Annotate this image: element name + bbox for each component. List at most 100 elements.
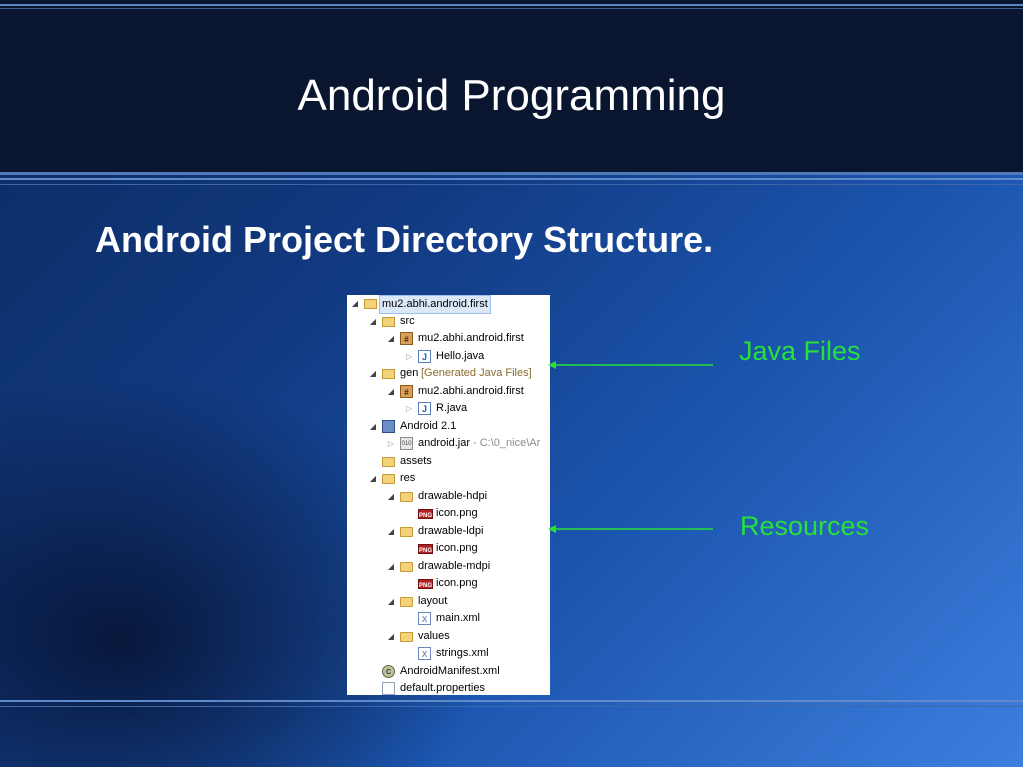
tree-row-label: layout — [418, 594, 448, 607]
tree-row-label: mu2.abhi.android.first — [379, 295, 491, 314]
tree-row-label: drawable-hdpi — [418, 489, 488, 502]
collapse-arrow-icon[interactable]: ◢ — [386, 523, 396, 540]
folder-icon — [400, 561, 413, 572]
collapse-arrow-icon[interactable]: ◢ — [350, 295, 360, 312]
tree-row-label: main.xml — [436, 612, 481, 624]
package-icon: # — [400, 332, 413, 345]
package-icon: # — [400, 384, 413, 398]
slide: Android Programming Android Project Dire… — [0, 0, 1023, 767]
divider — [0, 172, 1023, 175]
android-project-icon — [364, 299, 377, 309]
tree-row[interactable]: ◢ # mu2.abhi.android.first — [347, 383, 550, 401]
tree-row[interactable]: ◢ # mu2.abhi.android.first — [347, 330, 550, 348]
collapse-arrow-icon[interactable]: ◢ — [386, 330, 396, 347]
tree-row-label: icon.png — [436, 507, 478, 519]
collapse-arrow-icon[interactable]: ◢ — [386, 488, 396, 505]
folder-icon — [382, 474, 395, 484]
folder-icon — [382, 456, 395, 467]
java-files-label: Java Files — [739, 336, 861, 366]
collapse-arrow-icon[interactable]: ◢ — [368, 470, 378, 487]
folder-icon — [400, 596, 413, 607]
tree-row[interactable]: ◢ drawable-ldpi — [347, 523, 550, 541]
tree-row[interactable]: Xmain.xml — [347, 610, 550, 628]
tree-row[interactable]: ◢ Android 2.1 — [347, 418, 550, 436]
png-file-icon: PNG — [418, 579, 433, 589]
tree-row-hint: [Generated Java Files] — [421, 367, 532, 379]
java-files-arrow — [548, 361, 713, 369]
tree-row[interactable]: ◢ drawable-hdpi — [347, 488, 550, 506]
tree-row[interactable]: PNG icon.png — [347, 505, 550, 523]
callout-arrows — [548, 361, 713, 533]
jar-icon: 010 — [400, 437, 413, 450]
expand-arrow-icon[interactable]: ▷ — [386, 435, 396, 452]
collapse-arrow-icon[interactable]: ◢ — [368, 313, 378, 330]
tree-row-label: R.java — [436, 402, 468, 414]
expand-arrow-icon[interactable]: ▷ — [404, 400, 414, 417]
xml-file-icon: X — [418, 647, 431, 660]
tree-row-label: values — [418, 629, 450, 642]
tree-row[interactable]: ◢ res — [347, 470, 550, 488]
tree-row-label: assets — [400, 454, 432, 467]
collapse-arrow-icon[interactable]: ◢ — [386, 628, 396, 645]
tree-row-label: android.jar — [418, 437, 470, 449]
package-explorer-screenshot: ◢ mu2.abhi.android.first ◢ src ◢ # mu2.abhi.an… — [347, 295, 550, 695]
tree-row[interactable]: ◢ src — [347, 313, 550, 331]
tree-row[interactable]: ◢ gen [Generated Java Files] — [347, 365, 550, 383]
collapse-arrow-icon[interactable]: ◢ — [386, 383, 396, 400]
resources-label: Resources — [740, 511, 870, 541]
tree-row-label: default.properties — [400, 682, 485, 694]
tree-row-label: src — [400, 314, 415, 327]
tree-row[interactable]: assets — [347, 453, 550, 471]
divider — [0, 4, 1023, 6]
slide-title: Android Programming — [297, 71, 726, 120]
folder-icon — [400, 631, 413, 642]
tree-row-label: mu2.abhi.android.first — [418, 332, 524, 344]
tree-row-label: mu2.abhi.android.first — [418, 384, 524, 397]
collapse-arrow-icon[interactable]: ◢ — [368, 365, 378, 382]
folder-icon — [400, 491, 413, 502]
resources-arrow — [548, 525, 713, 533]
generated-folder-icon — [382, 369, 395, 379]
library-icon — [382, 419, 395, 433]
tree-row-label: icon.png — [436, 577, 478, 589]
tree-row-hint: - C:\0_nice\Ar — [473, 437, 541, 449]
divider — [0, 8, 1023, 9]
tree-row[interactable]: PNG icon.png — [347, 575, 550, 593]
tree-row[interactable]: ◢ drawable-mdpi — [347, 558, 550, 576]
tree-row[interactable]: ▷ 010 android.jar - C:\0_nice\Ar — [347, 435, 550, 453]
tree-row-label: drawable-mdpi — [418, 559, 491, 572]
divider — [0, 706, 1023, 707]
tree-row-label: strings.xml — [436, 647, 489, 659]
tree-row-label: AndroidManifest.xml — [400, 664, 500, 677]
png-file-icon: PNG — [418, 544, 433, 554]
tree-row[interactable]: Xstrings.xml — [347, 645, 550, 663]
tree-row[interactable]: ▷ J R.java — [347, 400, 550, 418]
xml-file-icon: X — [418, 612, 431, 625]
collapse-arrow-icon[interactable]: ◢ — [386, 558, 396, 575]
collapse-arrow-icon[interactable]: ◢ — [368, 418, 378, 435]
java-file-icon: J — [418, 402, 431, 415]
tree-row-label: Android 2.1 — [400, 419, 457, 432]
tree-row[interactable]: ◢ mu2.abhi.android.first — [347, 295, 550, 314]
source-folder-icon — [382, 316, 395, 327]
manifest-file-icon: C — [382, 664, 395, 678]
divider — [0, 700, 1023, 702]
tree-row[interactable]: C AndroidManifest.xml — [347, 663, 550, 681]
java-file-icon: J — [418, 349, 431, 363]
expand-arrow-icon[interactable]: ▷ — [404, 348, 414, 365]
tree-row-label: icon.png — [436, 542, 478, 554]
tree-row-label: drawable-ldpi — [418, 524, 484, 537]
folder-icon — [400, 526, 413, 537]
tree-row[interactable]: PNG icon.png — [347, 540, 550, 558]
properties-file-icon — [382, 682, 395, 695]
collapse-arrow-icon[interactable]: ◢ — [386, 593, 396, 610]
slide-subtitle: Android Project Directory Structure. — [95, 219, 714, 260]
tree-row[interactable]: ◢ layout — [347, 593, 550, 611]
tree-row[interactable]: ▷ J Hello.java — [347, 348, 550, 366]
tree-row-label: res — [400, 472, 416, 484]
divider — [0, 178, 1023, 180]
divider — [0, 184, 1023, 185]
tree-row[interactable]: ◢ values — [347, 628, 550, 646]
tree-row-label: Hello.java — [436, 349, 485, 362]
tree-row[interactable]: default.properties — [347, 680, 550, 695]
